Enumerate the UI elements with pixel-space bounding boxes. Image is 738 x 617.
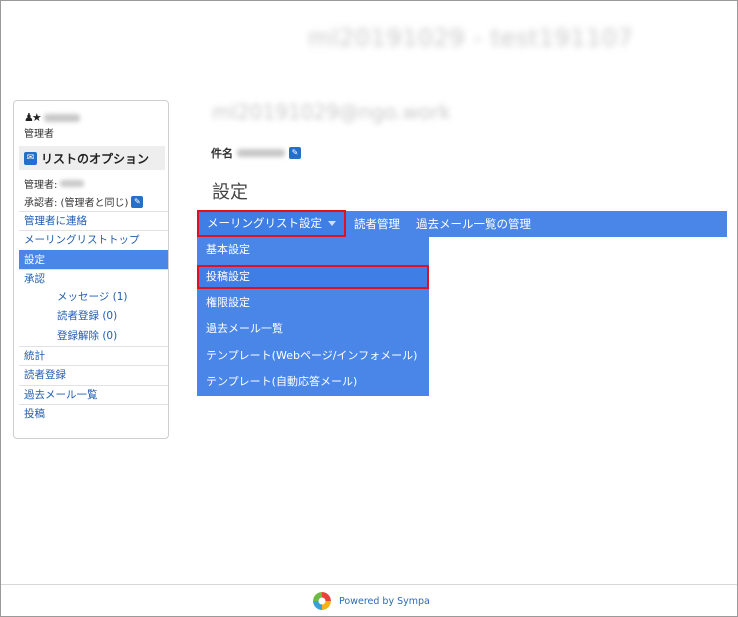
- owner-label: 管理者:: [24, 180, 58, 191]
- sidebar-item-post[interactable]: 投稿: [19, 403, 168, 423]
- sympa-logo-icon: [313, 592, 331, 610]
- moderator-label: 承認者: (管理者と同じ): [24, 198, 129, 209]
- page-title: 設定: [212, 182, 248, 203]
- sidebar-item-stats[interactable]: 統計: [19, 346, 168, 365]
- subject-label: 件名: [211, 147, 233, 160]
- user-star-icon: ♟★: [24, 111, 42, 124]
- moderator-row: 承認者: (管理者と同じ) ✎: [24, 194, 144, 209]
- owner-name-blurred: [60, 180, 85, 187]
- user-info: ♟★: [24, 111, 80, 124]
- sidebar-item-subscribe[interactable]: 読者登録: [19, 365, 168, 384]
- edit-icon[interactable]: ✎: [131, 195, 144, 208]
- subject-value-blurred: [237, 149, 285, 157]
- caret-down-icon: [328, 221, 336, 226]
- dropdown-item-posting-settings[interactable]: 投稿設定: [197, 264, 429, 289]
- sidebar-item-list-top[interactable]: メーリングリストトップ: [19, 230, 168, 249]
- list-options-header: ✉ リストのオプション: [19, 146, 165, 170]
- sidebar-subitem-subscriptions[interactable]: 読者登録 (0): [19, 307, 168, 326]
- list-options-title: リストのオプション: [41, 151, 150, 166]
- footer-divider: [1, 584, 737, 585]
- dropdown-item-privileges[interactable]: 権限設定: [197, 290, 429, 317]
- powered-by-link[interactable]: Powered by Sympa: [339, 596, 430, 607]
- sidebar-item-settings[interactable]: 設定: [19, 249, 168, 269]
- sidebar-item-archives[interactable]: 過去メール一覧: [19, 384, 168, 404]
- dropdown-item-archives[interactable]: 過去メール一覧: [197, 316, 429, 343]
- user-name-blurred: [43, 113, 80, 122]
- list-settings-dropdown: 基本設定 投稿設定 権限設定 過去メール一覧 テンプレート(Webページ/インフ…: [197, 237, 429, 396]
- user-role: 管理者: [24, 129, 54, 140]
- dropdown-item-basic-settings[interactable]: 基本設定: [197, 237, 429, 264]
- edit-subject-icon[interactable]: ✎: [289, 147, 301, 159]
- envelope-icon: ✉: [24, 151, 37, 165]
- subject-row: 件名 ✎: [211, 145, 301, 161]
- menu-archives-admin[interactable]: 過去メール一覧の管理: [408, 211, 539, 237]
- list-settings-label: メーリングリスト設定: [207, 216, 322, 230]
- dropdown-item-mail-templates[interactable]: テンプレート(自動応答メール): [197, 369, 429, 396]
- sidebar-subitem-unsubscriptions[interactable]: 登録解除 (0): [19, 327, 168, 346]
- sidebar-nav: 管理者に連絡 メーリングリストトップ 設定 承認 メッセージ (1) 読者登録 …: [19, 211, 168, 423]
- sidebar-subitem-messages[interactable]: メッセージ (1): [19, 288, 168, 307]
- list-email: ml20191029@ngo.work: [212, 100, 451, 124]
- menu-subscribers[interactable]: 読者管理: [346, 211, 408, 237]
- list-settings-dropdown-button[interactable]: メーリングリスト設定: [197, 210, 346, 237]
- admin-menubar: メーリングリスト設定 読者管理 過去メール一覧の管理: [197, 210, 727, 237]
- owner-row: 管理者:: [24, 176, 85, 191]
- footer: Powered by Sympa: [313, 592, 430, 610]
- sidebar-item-moderation[interactable]: 承認: [19, 268, 168, 288]
- dropdown-item-web-templates[interactable]: テンプレート(Webページ/インフォメール): [197, 343, 429, 370]
- sidebar: ♟★ 管理者 ✉ リストのオプション 管理者: 承認者: (管理者と同じ) ✎ …: [13, 100, 169, 439]
- list-title: ml20191029 - test191107: [308, 24, 634, 52]
- sidebar-item-contact-owner[interactable]: 管理者に連絡: [19, 211, 168, 230]
